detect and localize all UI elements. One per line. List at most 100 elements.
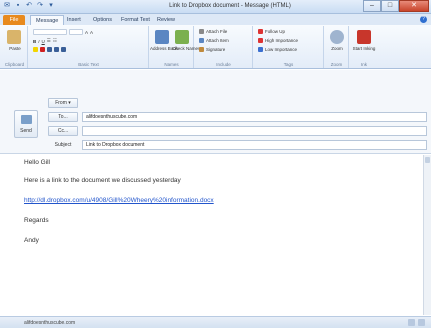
low-importance-row[interactable]: Low Importance	[258, 47, 297, 52]
high-importance-label: High Importance	[265, 38, 299, 43]
start-inking-label: Start Inking	[352, 46, 376, 51]
to-button[interactable]: To...	[48, 112, 78, 122]
tags-group-label: Tags	[283, 62, 294, 67]
high-importance-icon	[258, 38, 263, 43]
clipboard-group: Paste Clipboard	[2, 26, 28, 68]
subject-field[interactable]: Link to Dropbox document	[82, 140, 427, 150]
status-bar: alifdoesnthuscube.com	[0, 316, 431, 328]
address-book-icon[interactable]	[155, 30, 169, 44]
ribbon: Paste Clipboard A A B I U ☰ ☷ Basic Text	[0, 25, 431, 69]
address-book-label: Address Book	[150, 46, 179, 51]
signature-row[interactable]: Signature	[199, 47, 225, 52]
clipboard-group-label: Clipboard	[4, 62, 25, 67]
highlight-icon[interactable]	[33, 47, 38, 52]
ribbon-tabs: File Message Insert Options Format Text …	[0, 14, 431, 25]
tab-review[interactable]: Review	[152, 15, 180, 25]
people-pane-icon[interactable]	[408, 319, 415, 326]
pen-icon[interactable]	[357, 30, 371, 44]
include-group-label: Include	[216, 62, 231, 67]
body-link[interactable]: http://dl.dropbox.com/u/4908/Gill%20Whee…	[24, 197, 214, 204]
undo-icon[interactable]: ↶	[25, 2, 33, 10]
follow-up-label: Follow Up	[265, 29, 286, 34]
close-button[interactable]: ✕	[399, 0, 429, 12]
bullets-icon[interactable]: ☰	[47, 38, 51, 44]
attach-item-row[interactable]: Attach Item	[199, 38, 229, 43]
body-greeting: Hello Gill	[24, 159, 51, 166]
qat-dropdown-icon[interactable]: ▾	[47, 2, 55, 10]
title-bar: ✉ ▪ ↶ ↷ ▾ Link to Dropbox document - Mes…	[0, 0, 431, 14]
check-names-label: Check Names	[172, 46, 201, 51]
tab-insert[interactable]: Insert	[62, 15, 86, 25]
attach-item-label: Attach Item	[206, 38, 229, 43]
send-button[interactable]: Send	[14, 110, 38, 138]
names-group-label: Names	[164, 62, 179, 67]
help-icon[interactable]: ?	[420, 16, 427, 23]
zoom-group: Zoom Zoom	[325, 26, 349, 68]
body-scrollbar[interactable]	[423, 155, 431, 315]
send-label: Send	[20, 128, 32, 134]
zoom-label: Zoom	[331, 46, 343, 51]
align-right-icon[interactable]	[61, 47, 66, 52]
outlook-icon[interactable]: ✉	[3, 2, 11, 10]
tab-format-text[interactable]: Format Text	[116, 15, 155, 25]
to-field[interactable]: alifdoesnthuscube.com	[82, 112, 427, 122]
body-regards: Regards	[24, 217, 49, 224]
tab-file[interactable]: File	[3, 15, 25, 25]
minimize-button[interactable]: –	[363, 0, 381, 12]
save-icon[interactable]: ▪	[14, 2, 22, 10]
status-text: alifdoesnthuscube.com	[24, 320, 76, 326]
maximize-button[interactable]: □	[381, 0, 399, 12]
signature-label: Signature	[206, 47, 226, 52]
from-button[interactable]: From ▾	[48, 98, 78, 108]
body-signature: Andy	[24, 237, 39, 244]
italic-icon[interactable]: I	[38, 39, 39, 44]
body-line: Here is a link to the document we discus…	[24, 177, 181, 184]
ink-group: Start Inking Ink	[350, 26, 378, 68]
redo-icon[interactable]: ↷	[36, 2, 44, 10]
numbering-icon[interactable]: ☷	[53, 38, 57, 44]
ink-group-label: Ink	[360, 62, 367, 67]
grow-font-icon[interactable]: A	[85, 30, 88, 35]
font-size-select[interactable]	[69, 29, 83, 35]
send-icon	[21, 115, 32, 124]
font-color-icon[interactable]	[40, 47, 45, 52]
zoom-group-label: Zoom	[330, 62, 343, 67]
paste-label: Paste	[9, 46, 21, 51]
high-importance-row[interactable]: High Importance	[258, 38, 298, 43]
flag-icon	[258, 29, 263, 34]
from-label: From	[55, 100, 67, 106]
cc-field[interactable]	[82, 126, 427, 136]
basic-text-group: A A B I U ☰ ☷ Basic Text	[29, 26, 149, 68]
align-left-icon[interactable]	[47, 47, 52, 52]
underline-icon[interactable]: U	[42, 39, 45, 44]
font-name-select[interactable]	[33, 29, 67, 35]
low-importance-label: Low Importance	[265, 47, 298, 52]
attach-file-row[interactable]: Attach File	[199, 29, 227, 34]
follow-up-row[interactable]: Follow Up	[258, 29, 285, 34]
shrink-font-icon[interactable]: A	[90, 30, 93, 35]
tab-options[interactable]: Options	[88, 15, 117, 25]
attach-file-label: Attach File	[206, 29, 228, 34]
signature-icon	[199, 47, 204, 52]
tab-message[interactable]: Message	[30, 15, 65, 25]
basic-text-group-label: Basic Text	[78, 62, 99, 67]
expand-icon[interactable]	[418, 319, 425, 326]
paste-icon[interactable]	[7, 30, 21, 44]
format-row: B I U ☰ ☷	[33, 38, 57, 44]
zoom-icon[interactable]	[330, 30, 344, 44]
window-controls: – □ ✕	[363, 0, 429, 12]
paperclip-icon	[199, 29, 204, 34]
bold-icon[interactable]: B	[33, 39, 36, 44]
message-body[interactable]: Hello Gill Here is a link to the documen…	[0, 155, 423, 315]
status-icons	[408, 319, 425, 326]
names-group: Address Book Check Names Names	[150, 26, 201, 68]
window-title: Link to Dropbox document - Message (HTML…	[169, 3, 291, 9]
subject-label: Subject	[54, 142, 72, 148]
tags-group: Follow Up High Importance Low Importance…	[254, 26, 324, 68]
align-center-icon[interactable]	[54, 47, 59, 52]
font-row: A A	[33, 29, 93, 35]
low-importance-icon	[258, 47, 263, 52]
scroll-thumb[interactable]	[425, 157, 430, 163]
cc-button[interactable]: Cc...	[48, 126, 78, 136]
check-names-icon[interactable]	[175, 30, 189, 44]
